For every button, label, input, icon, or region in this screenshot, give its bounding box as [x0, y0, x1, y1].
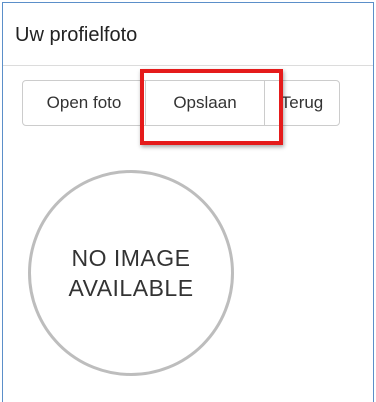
photo-button-group: Open foto Opslaan Terug: [22, 80, 340, 126]
back-button[interactable]: Terug: [264, 80, 340, 126]
panel-title: Uw profielfoto: [15, 24, 138, 46]
placeholder-text-line1: NO IMAGE: [71, 245, 191, 271]
panel-header: Uw profielfoto: [3, 3, 373, 66]
open-photo-button[interactable]: Open foto: [22, 80, 146, 126]
save-button[interactable]: Opslaan: [145, 80, 265, 126]
profile-image-placeholder: NO IMAGE AVAILABLE: [28, 170, 234, 376]
placeholder-text-line2: AVAILABLE: [68, 275, 194, 301]
